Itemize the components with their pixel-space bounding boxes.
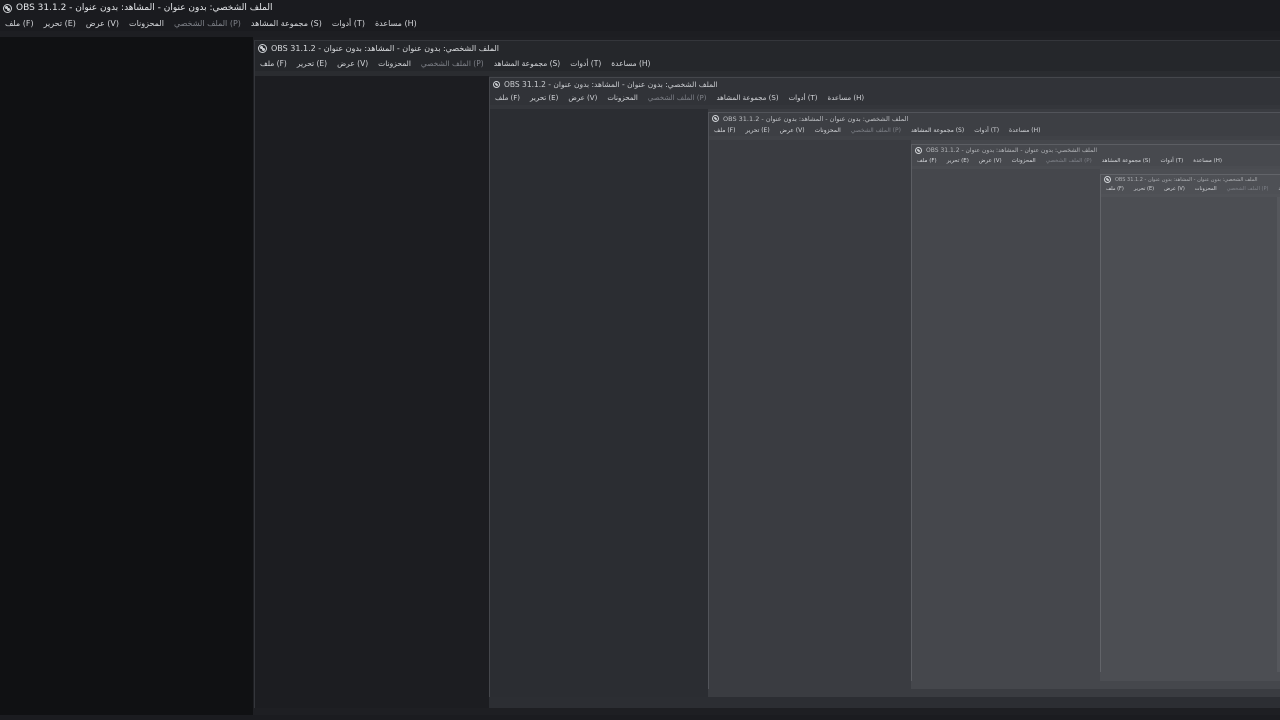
menu-profile: الملف الشخصي (P) [420,58,484,68]
menu-scene-collection: مجموعة المشاهد (S) [1101,157,1151,164]
left-dock-panel [490,109,708,697]
menu-tools[interactable]: أدوات (T) [327,19,370,28]
title-bar: OBS 31.1.2 - الملف الشخصي: بدون عنوان - … [912,145,1280,155]
menu-docks: المحزونات [607,94,638,102]
menu-tools: أدوات (T) [974,126,1000,134]
title-bar: OBS 31.1.2 - الملف الشخصي: بدون عنوان - … [0,0,1280,16]
menu-profile: الملف الشخصي (P) [647,94,707,102]
menu-profile: الملف الشخصي (P) [1045,157,1092,164]
menu-view[interactable]: عرض (V) [81,19,124,28]
menu-scene-collection[interactable]: مجموعة المشاهد (S) [246,19,327,28]
obs-logo-icon [3,3,12,13]
menu-edit: تحرير (E) [530,94,559,102]
menu-view: عرض (V) [337,58,369,68]
menu-help: مساعدة (H) [827,94,865,102]
menu-tools: أدوات (T) [570,58,602,68]
title-bar: OBS 31.1.2 - الملف الشخصي: بدون عنوان - … [255,41,1280,55]
menu-bar: ملف (F) تحرير (E) عرض (V) المحزونات المل… [1101,184,1280,194]
menu-bar: ملف (F) تحرير (E) عرض (V) المحزونات المل… [490,91,1280,105]
menu-file: ملف (F) [714,126,736,134]
obs-logo-icon [712,115,719,122]
menu-bar: ملف (F) تحرير (E) عرض (V) المحزونات المل… [912,155,1280,166]
obs-logo-icon [258,43,267,53]
menu-tools: أدوات (T) [1160,157,1184,164]
menu-docks[interactable]: المحزونات [124,19,169,28]
window-title: OBS 31.1.2 - الملف الشخصي: بدون عنوان - … [1115,176,1258,183]
menu-file: ملف (F) [260,58,287,68]
left-dock-panel [912,169,1100,681]
menu-help[interactable]: مساعدة (H) [370,19,422,28]
menu-edit: تحرير (E) [1133,186,1155,192]
window-title: OBS 31.1.2 - الملف الشخصي: بدون عنوان - … [723,114,909,123]
menu-view: عرض (V) [978,157,1002,164]
window-title: OBS 31.1.2 - الملف الشخصي: بدون عنوان - … [271,43,499,53]
menu-scene-collection: مجموعة المشاهد (S) [493,58,561,68]
window-title: OBS 31.1.2 - الملف الشخصي: بدون عنوان - … [926,146,1097,154]
menu-edit: تحرير (E) [946,157,969,164]
menu-help: مساعدة (H) [1193,157,1223,164]
menu-scene-collection: مجموعة المشاهد (S) [910,126,965,134]
menu-bar: ملف (F) تحرير (E) عرض (V) المحزونات المل… [0,16,1280,31]
menu-scene-collection: مجموعة المشاهد (S) [716,94,779,102]
left-dock-panel [1101,197,1277,672]
menu-bar: ملف (F) تحرير (E) عرض (V) المحزونات المل… [255,55,1280,71]
menu-view: عرض (V) [779,126,805,134]
menu-docks: المحزونات [378,58,411,68]
menu-help: مساعدة (H) [611,58,651,68]
menu-scene-collection: مجموعة المشاهد (S) [1273,186,1280,192]
menu-edit: تحرير (E) [745,126,770,134]
menu-edit[interactable]: تحرير (E) [39,19,81,28]
obs-logo-icon [915,146,922,154]
left-dock-panel [255,76,489,708]
menu-file[interactable]: ملف (F) [0,19,39,28]
menu-docks: المحزونات [1194,186,1217,192]
menu-file: ملف (F) [1106,186,1124,192]
menu-profile: الملف الشخصي (P) [1226,186,1269,192]
menu-docks: المحزونات [1011,157,1036,164]
menu-docks: المحزونات [814,126,841,134]
obs-logo-icon [493,81,500,88]
menu-edit: تحرير (E) [296,58,328,68]
obs-logo-icon [1104,176,1111,183]
window-title: OBS 31.1.2 - الملف الشخصي: بدون عنوان - … [504,80,718,89]
menu-view: عرض (V) [568,94,598,102]
window-title: OBS 31.1.2 - الملف الشخصي: بدون عنوان - … [16,3,273,13]
menu-help: مساعدة (H) [1009,126,1041,134]
menu-profile: الملف الشخصي (P) [850,126,901,134]
left-dock-panel [0,37,253,720]
menu-tools: أدوات (T) [788,94,818,102]
title-bar: OBS 31.1.2 - الملف الشخصي: بدون عنوان - … [1101,175,1280,184]
title-bar: OBS 31.1.2 - الملف الشخصي: بدون عنوان - … [490,78,1280,91]
title-bar: OBS 31.1.2 - الملف الشخصي: بدون عنوان - … [709,113,1280,124]
menu-file: ملف (F) [495,94,521,102]
menu-profile[interactable]: الملف الشخصي (P) [169,19,246,28]
menu-bar: ملف (F) تحرير (E) عرض (V) المحزونات المل… [709,124,1280,136]
menu-view: عرض (V) [1164,186,1185,192]
menu-file: ملف (F) [917,157,937,164]
preview-window-level-5: OBS 31.1.2 - الملف الشخصي: بدون عنوان - … [1100,174,1280,672]
status-bar [0,715,1280,720]
left-dock-panel [709,140,911,689]
